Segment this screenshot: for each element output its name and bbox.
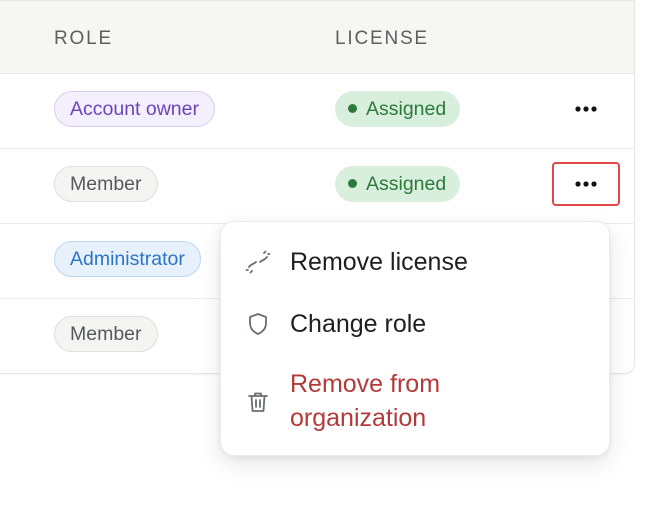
- table-row: Member Assigned: [0, 148, 634, 224]
- status-dot: [348, 104, 357, 113]
- more-horizontal-icon: [575, 106, 597, 112]
- row-actions-menu: Remove license Change role Remove from o…: [220, 221, 610, 456]
- menu-item-change-role[interactable]: Change role: [221, 304, 609, 344]
- menu-item-remove-from-organization[interactable]: Remove from organization: [221, 365, 609, 439]
- menu-item-label: Change role: [290, 310, 427, 338]
- more-actions-button-active[interactable]: [552, 162, 620, 206]
- license-status-badge: Assigned: [335, 166, 461, 202]
- role-badge-administrator: Administrator: [54, 241, 201, 277]
- menu-item-label: Remove license: [290, 248, 468, 276]
- menu-item-label-line2: organization: [290, 404, 427, 432]
- more-actions-button[interactable]: [552, 87, 620, 131]
- license-status-label: Assigned: [366, 173, 447, 195]
- license-status-label: Assigned: [366, 98, 447, 120]
- column-header-role: ROLE: [54, 28, 113, 49]
- column-header-license: LICENSE: [335, 28, 429, 49]
- role-badge-member: Member: [54, 166, 158, 202]
- shield-icon: [249, 313, 267, 335]
- role-badge-member: Member: [54, 316, 158, 352]
- more-horizontal-icon: [575, 181, 597, 187]
- table-row: Account owner Assigned: [0, 73, 634, 149]
- table-header: ROLE LICENSE: [0, 1, 634, 74]
- menu-item-remove-license[interactable]: Remove license: [221, 242, 609, 282]
- menu-item-label-line1: Remove from: [290, 370, 441, 398]
- unlink-icon: [245, 250, 271, 274]
- license-status-badge: Assigned: [335, 91, 461, 127]
- trash-icon: [248, 392, 268, 412]
- role-badge-account-owner: Account owner: [54, 91, 215, 127]
- status-dot: [348, 179, 357, 188]
